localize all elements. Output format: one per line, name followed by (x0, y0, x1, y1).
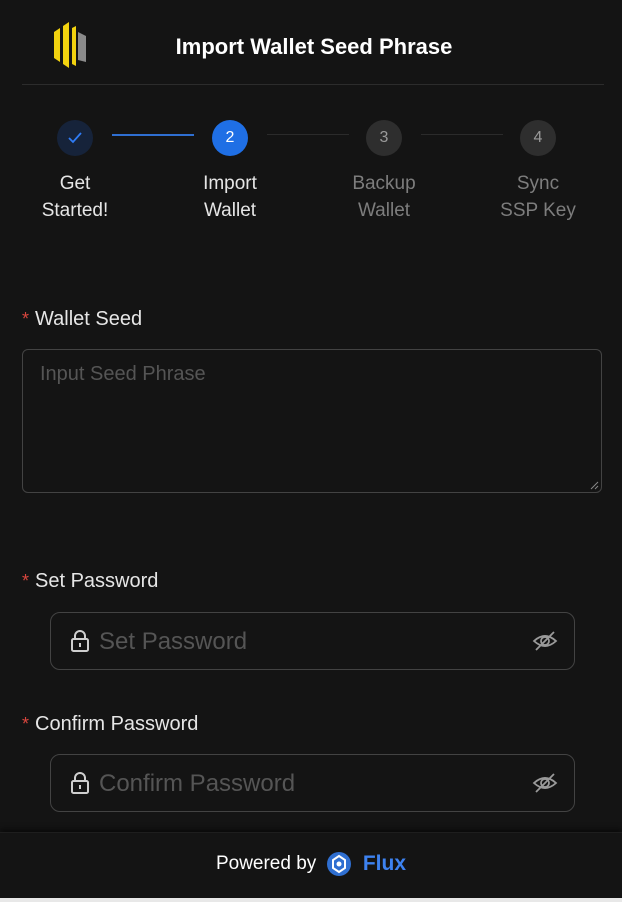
stepper: Get Started! 2 Import Wallet 3 Backup Walle… (22, 120, 604, 240)
required-mark: * (22, 714, 30, 734)
step-2-label: Import Wallet (203, 173, 257, 221)
eye-invisible-icon[interactable] (532, 630, 558, 652)
window-bottom-edge (0, 898, 622, 902)
set-password-input[interactable]: Set Password (50, 612, 575, 670)
confirm-password-label: * Confirm Password (22, 713, 199, 735)
step-backup-wallet: 3 Backup Wallet (324, 120, 444, 224)
set-password-placeholder: Set Password (99, 628, 248, 655)
lock-icon (71, 630, 89, 652)
app-header: Import Wallet Seed Phrase (22, 0, 604, 85)
seed-phrase-input[interactable]: Input Seed Phrase (22, 349, 602, 493)
wallet-seed-label: * Wallet Seed (22, 308, 143, 330)
step-sync-ssp-key: 4 Sync SSP Key (478, 120, 598, 224)
flux-logo-icon (326, 852, 351, 876)
powered-by-text: Powered by (215, 853, 317, 874)
confirm-password-input[interactable]: Confirm Password (50, 754, 575, 812)
lock-icon (71, 772, 89, 794)
flux-brand-link[interactable]: Flux (363, 852, 406, 875)
set-password-label: * Set Password (22, 570, 159, 592)
resize-grip-icon[interactable] (589, 480, 599, 490)
required-mark: * (22, 309, 30, 329)
eye-invisible-icon[interactable] (532, 772, 558, 794)
step-4-label: Sync SSP Key (500, 173, 576, 221)
check-icon (68, 132, 82, 144)
step-3-label: Backup Wallet (352, 173, 416, 221)
step-3-indicator: 3 (366, 120, 402, 156)
seed-phrase-placeholder: Input Seed Phrase (40, 363, 206, 385)
step-2-indicator: 2 (212, 120, 248, 156)
powered-by: Powered by Flux (0, 851, 622, 877)
confirm-password-placeholder: Confirm Password (99, 770, 296, 797)
page-title: Import Wallet Seed Phrase (175, 34, 453, 59)
step-1-label: Get Started! (41, 173, 109, 221)
step-1-indicator (57, 120, 93, 156)
required-mark: * (22, 571, 30, 591)
step-get-started: Get Started! (15, 120, 135, 224)
step-4-indicator: 4 (520, 120, 556, 156)
step-import-wallet: 2 Import Wallet (170, 120, 290, 224)
footer: Powered by Flux (0, 832, 622, 899)
